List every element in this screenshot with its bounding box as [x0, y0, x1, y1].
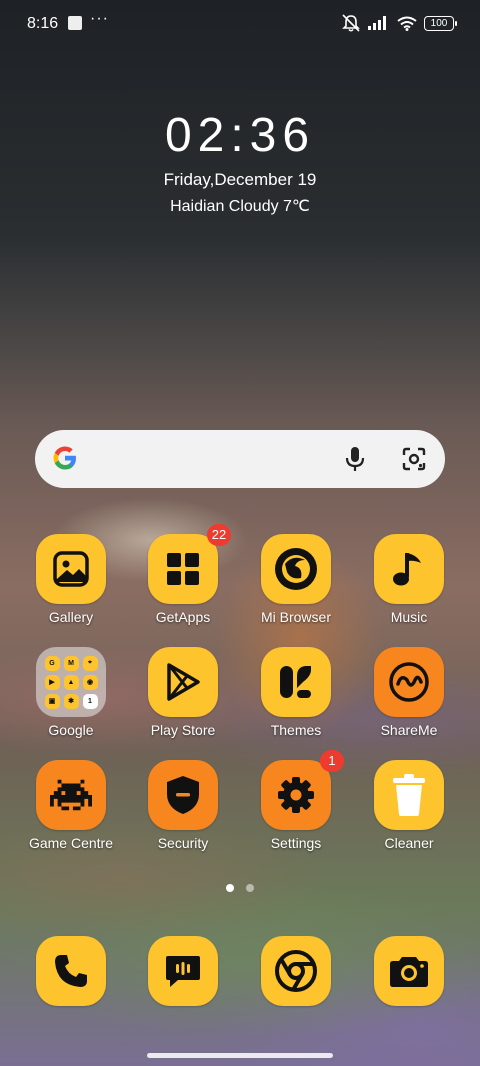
page-dot[interactable]: [246, 884, 254, 892]
messages-icon: [148, 936, 218, 1006]
status-bar: 8:16 ··· 100: [0, 0, 480, 46]
app-cleaner[interactable]: Cleaner: [354, 760, 464, 851]
chrome-icon: [261, 936, 331, 1006]
phone-icon: [36, 936, 106, 1006]
status-time: 8:16: [27, 15, 59, 32]
clock-widget-time[interactable]: 02:36: [0, 108, 480, 163]
page-dot[interactable]: [226, 884, 234, 892]
app-play-store[interactable]: Play Store: [128, 647, 238, 738]
play-store-icon: [148, 647, 218, 717]
folder-mini-app: ▲: [63, 674, 79, 690]
game-invader-icon: [36, 760, 106, 830]
app-label: Gallery: [48, 609, 94, 625]
battery-icon: 100: [424, 15, 457, 31]
themes-icon: [261, 647, 331, 717]
more-notifications-icon: ···: [90, 10, 109, 27]
folder-mini-app: ⌖: [82, 655, 98, 671]
folder-mini-app: ▶: [44, 674, 60, 690]
gear-icon: 1: [261, 750, 344, 830]
folder-mini-app: G: [44, 655, 60, 671]
app-mi-browser[interactable]: Mi Browser: [241, 534, 351, 625]
folder-mini-app: ◉: [82, 674, 98, 690]
shareme-icon: [374, 647, 444, 717]
app-getapps[interactable]: 22 GetApps: [128, 524, 238, 625]
home-indicator[interactable]: [147, 1053, 333, 1058]
app-game-centre[interactable]: Game Centre: [16, 760, 126, 851]
app-label: Game Centre: [28, 835, 114, 851]
app-gallery[interactable]: Gallery: [16, 534, 126, 625]
app-label: Mi Browser: [260, 609, 331, 625]
google-search-bar[interactable]: [35, 430, 445, 488]
dock-phone[interactable]: [16, 936, 126, 1006]
folder-google[interactable]: G M ⌖ ▶ ▲ ◉ ▣ ✱ 1 Google: [16, 647, 126, 738]
dock-camera[interactable]: [354, 936, 464, 1006]
music-note-icon: [374, 534, 444, 604]
app-label: Music: [390, 609, 428, 625]
folder-mini-app: M: [63, 655, 79, 671]
app-label: Themes: [270, 722, 322, 738]
app-label: Security: [157, 835, 209, 851]
mic-icon[interactable]: [343, 445, 367, 473]
mute-icon: [342, 14, 360, 32]
app-label: ShareMe: [380, 722, 438, 738]
browser-icon: [261, 534, 331, 604]
notification-icon: [68, 16, 82, 30]
dock-chrome[interactable]: [241, 936, 351, 1006]
folder-icon: G M ⌖ ▶ ▲ ◉ ▣ ✱ 1: [36, 647, 106, 717]
folder-mini-app: ✱: [63, 693, 79, 709]
app-label: GetApps: [155, 609, 211, 625]
app-settings[interactable]: 1 Settings: [241, 750, 351, 851]
app-label: Play Store: [150, 722, 216, 738]
page-indicator[interactable]: [226, 884, 254, 892]
app-label: Cleaner: [384, 835, 434, 851]
folder-mini-app: 1: [82, 693, 98, 709]
google-logo-icon: [53, 446, 76, 470]
lens-icon[interactable]: [401, 446, 427, 472]
folder-mini-app: ▣: [44, 693, 60, 709]
clock-widget-date: Friday,December 19: [163, 170, 317, 189]
trash-icon: [374, 760, 444, 830]
weather-text[interactable]: Haidian Cloudy 7℃: [0, 196, 480, 216]
signal-icon: [368, 16, 386, 30]
app-label: Google: [48, 722, 94, 738]
getapps-icon: 22: [148, 524, 231, 604]
notification-badge: 22: [207, 524, 231, 546]
status-icons: 100: [341, 14, 457, 32]
dock-messages[interactable]: [128, 936, 238, 1006]
notification-badge: 1: [320, 750, 344, 772]
app-themes[interactable]: Themes: [241, 647, 351, 738]
app-music[interactable]: Music: [354, 534, 464, 625]
app-shareme[interactable]: ShareMe: [354, 647, 464, 738]
camera-icon: [374, 936, 444, 1006]
shield-icon: [148, 760, 218, 830]
app-security[interactable]: Security: [128, 760, 238, 851]
wifi-icon: [397, 16, 417, 31]
app-label: Settings: [270, 835, 322, 851]
gallery-icon: [36, 534, 106, 604]
